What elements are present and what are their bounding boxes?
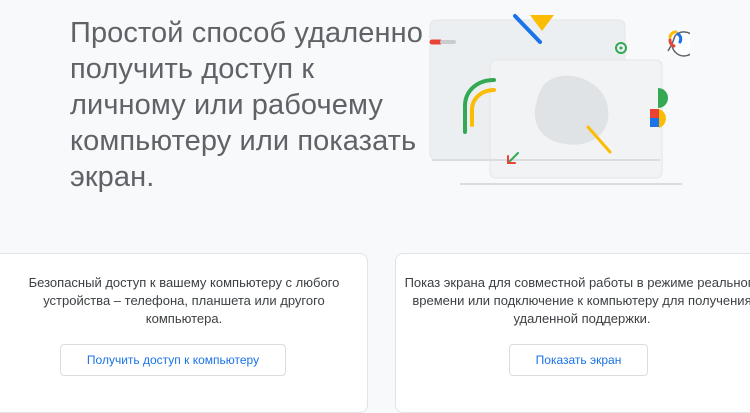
hero-illustration xyxy=(429,14,690,185)
remote-access-card: Безопасный доступ к вашему компьютеру с … xyxy=(0,253,368,413)
remote-access-description: Безопасный доступ к вашему компьютеру с … xyxy=(28,275,340,326)
remote-support-description: Показ экрана для совместной работы в реж… xyxy=(404,275,750,326)
hero-title: Простой способ удаленно получить доступ … xyxy=(70,17,423,193)
remote-support-card: Показ экрана для совместной работы в реж… xyxy=(395,253,750,413)
access-computer-button[interactable]: Получить доступ к компьютеру xyxy=(60,344,286,376)
share-screen-button[interactable]: Показать экран xyxy=(509,344,648,376)
